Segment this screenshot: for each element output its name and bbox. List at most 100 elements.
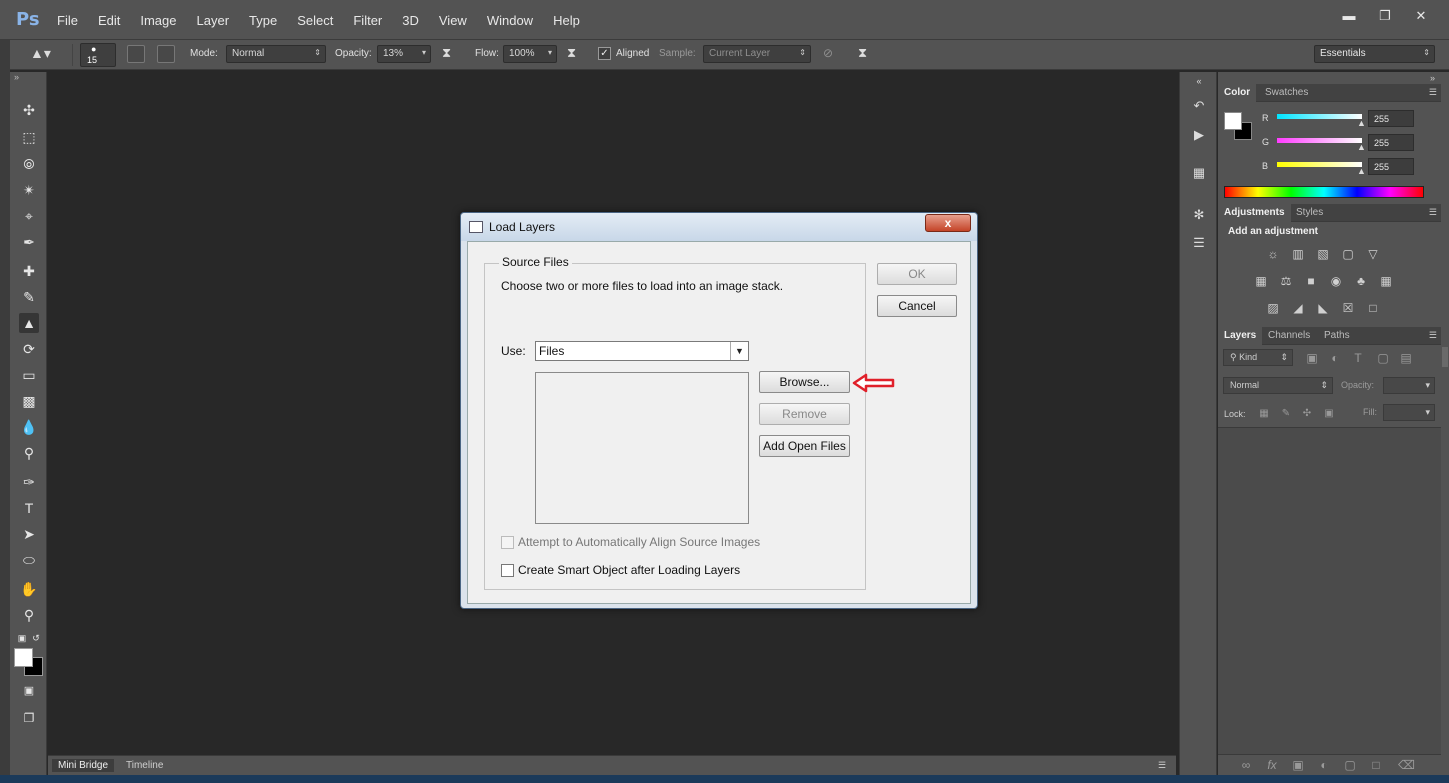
tab-paths[interactable]: Paths	[1318, 327, 1356, 345]
smart-object-checkbox[interactable]	[501, 564, 514, 577]
trash-icon[interactable]: ⌫	[1398, 758, 1415, 772]
dialog-titlebar[interactable]: Load Layers x	[461, 213, 977, 241]
tab-channels[interactable]: Channels	[1262, 327, 1316, 345]
brush-icon[interactable]: ✎	[19, 287, 39, 307]
menu-help[interactable]: Help	[553, 13, 580, 28]
color-lookup-icon[interactable]: ▦	[1378, 274, 1394, 288]
color-balance-icon[interactable]: ⚖	[1278, 274, 1294, 288]
slider-r[interactable]: R ▲ 255	[1218, 109, 1441, 129]
selective-color-icon[interactable]: ☒	[1340, 301, 1356, 315]
ok-button[interactable]: OK	[877, 263, 957, 285]
lock-all-icon[interactable]: ▣	[1321, 407, 1337, 421]
browse-button[interactable]: Browse...	[759, 371, 850, 393]
cancel-button[interactable]: Cancel	[877, 295, 957, 317]
magic-wand-icon[interactable]: ✴	[19, 180, 39, 200]
menu-filter[interactable]: Filter	[353, 13, 382, 28]
swap-colors-icon[interactable]: ↺	[26, 628, 46, 648]
collapse-icon[interactable]: »	[10, 72, 46, 86]
link-layers-icon[interactable]: ∞	[1238, 758, 1254, 772]
menu-type[interactable]: Type	[249, 13, 277, 28]
screen-mode-icon[interactable]: ❐	[19, 708, 39, 728]
filter-pixel-icon[interactable]: ▣	[1304, 351, 1320, 365]
healing-brush-icon[interactable]: ✚	[19, 261, 39, 281]
threshold-icon[interactable]: ◣	[1315, 301, 1331, 315]
new-layer-icon[interactable]: □	[1368, 758, 1384, 772]
crop-icon[interactable]: ⌖	[19, 206, 39, 226]
move-icon[interactable]: ✣	[19, 100, 39, 120]
blend-mode-select[interactable]: Normal ⇕	[1223, 377, 1333, 394]
add-open-files-button[interactable]: Add Open Files	[759, 435, 850, 457]
new-group-icon[interactable]: ▢	[1342, 758, 1358, 772]
slider-g[interactable]: G ▲ 255	[1218, 133, 1441, 153]
channel-slider[interactable]	[1277, 162, 1362, 167]
panel-menu-icon[interactable]: ☰	[1429, 207, 1437, 218]
layers-opacity-input[interactable]: ▾	[1383, 377, 1435, 394]
ignore-adjustment-icon[interactable]: ⊘	[823, 46, 833, 60]
eraser-icon[interactable]: ▭	[19, 365, 39, 385]
pressure-size-icon[interactable]: ⧗	[858, 45, 867, 61]
lock-pixels-icon[interactable]: ✎	[1278, 407, 1294, 421]
menu-window[interactable]: Window	[487, 13, 533, 28]
channel-slider[interactable]	[1277, 114, 1362, 119]
add-mask-icon[interactable]: ▣	[1290, 758, 1306, 772]
clone-source-icon[interactable]: ☰	[1190, 234, 1208, 252]
clone-stamp-icon[interactable]: ▲	[19, 313, 39, 333]
color-foreground-swatch[interactable]	[1224, 112, 1242, 130]
panel-menu-icon[interactable]: ☰	[1152, 759, 1172, 772]
chevron-down-icon[interactable]: ▼	[730, 342, 748, 360]
slider-thumb-icon[interactable]: ▲	[1357, 142, 1366, 152]
lock-transparent-icon[interactable]: ▦	[1256, 407, 1272, 421]
flow-input[interactable]: 100% ▾	[503, 45, 557, 63]
mode-select[interactable]: Normal ⇕	[226, 45, 326, 63]
filter-type-icon[interactable]: T	[1350, 351, 1366, 365]
lasso-icon[interactable]: ⦾	[19, 154, 39, 174]
channel-slider[interactable]	[1277, 138, 1362, 143]
menu-layer[interactable]: Layer	[197, 13, 230, 28]
menu-view[interactable]: View	[439, 13, 467, 28]
close-icon[interactable]: x	[925, 214, 971, 232]
3d-icon[interactable]: ▦	[1190, 164, 1208, 182]
fill-input[interactable]: ▾	[1383, 404, 1435, 421]
pen-icon[interactable]: ✑	[19, 472, 39, 492]
type-icon[interactable]: T	[19, 498, 39, 518]
align-checkbox[interactable]	[501, 536, 514, 549]
brush-presets-icon[interactable]: ✻	[1190, 206, 1208, 224]
blur-icon[interactable]: 💧	[19, 417, 39, 437]
actions-icon[interactable]: ▶	[1190, 126, 1208, 144]
slider-thumb-icon[interactable]: ▲	[1357, 118, 1366, 128]
tool-preset-icon[interactable]: ▲▾	[30, 45, 64, 65]
marquee-icon[interactable]: ⬚	[19, 127, 39, 147]
quick-mask-icon[interactable]: ▣	[19, 681, 39, 701]
sample-select[interactable]: Current Layer ⇕	[703, 45, 811, 63]
layers-list[interactable]	[1218, 427, 1441, 754]
slider-b[interactable]: B ▲ 255	[1218, 157, 1441, 177]
menu-3d[interactable]: 3D	[402, 13, 419, 28]
filter-adjustment-icon[interactable]: ◐	[1327, 351, 1343, 365]
menu-edit[interactable]: Edit	[98, 13, 120, 28]
brightness-icon[interactable]: ☼	[1265, 247, 1281, 261]
gradient-map-icon[interactable]: □	[1365, 301, 1381, 315]
tab-layers[interactable]: Layers	[1218, 327, 1263, 345]
remove-button[interactable]: Remove	[759, 403, 850, 425]
black-white-icon[interactable]: ■	[1303, 274, 1319, 288]
path-selection-icon[interactable]: ➤	[19, 524, 39, 544]
tab-styles[interactable]: Styles	[1290, 204, 1329, 222]
menu-file[interactable]: File	[57, 13, 78, 28]
filter-smart-object-icon[interactable]: ▤	[1398, 351, 1414, 365]
photo-filter-icon[interactable]: ◉	[1328, 274, 1344, 288]
menu-select[interactable]: Select	[297, 13, 333, 28]
file-list[interactable]	[535, 372, 749, 524]
lock-position-icon[interactable]: ✣	[1299, 407, 1315, 421]
brush-panel-icon[interactable]	[127, 45, 145, 63]
filter-shape-icon[interactable]: ▢	[1375, 351, 1391, 365]
history-brush-icon[interactable]: ⟳	[19, 339, 39, 359]
channel-value[interactable]: 255	[1368, 158, 1414, 175]
expand-icon[interactable]: »	[1430, 73, 1435, 83]
panel-scrollbar[interactable]	[1442, 347, 1448, 367]
hand-icon[interactable]: ✋	[19, 579, 39, 599]
vibrance-icon[interactable]: ▽	[1365, 247, 1381, 261]
tab-adjustments[interactable]: Adjustments	[1218, 204, 1291, 222]
curves-icon[interactable]: ▧	[1315, 247, 1331, 261]
foreground-color-swatch[interactable]	[14, 648, 33, 667]
maximize-icon[interactable]: ❐	[1367, 6, 1403, 26]
